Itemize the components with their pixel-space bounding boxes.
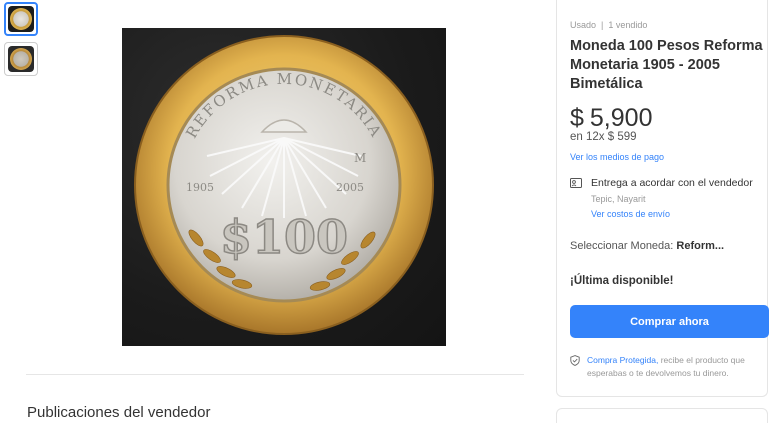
shipping-cost-link[interactable]: Ver costos de envío (591, 209, 670, 219)
price: $5,900 (570, 104, 652, 133)
thumbnail-1[interactable] (4, 2, 38, 36)
id-card-icon (570, 178, 582, 188)
coin-image: REFORMA MONETARIA M 1905 2005 $100 (134, 35, 434, 335)
shipping-location: Tepic, Nayarit (591, 194, 646, 204)
variant-selector-value: Reform... (676, 240, 725, 252)
price-currency: $ (570, 104, 584, 132)
price-value: 5,900 (589, 104, 653, 132)
coin-year-left: 1905 (186, 181, 214, 194)
product-title: Moneda 100 Pesos Reforma Monetaria 1905 … (570, 38, 763, 92)
coin-year-right: 2005 (336, 181, 364, 194)
secondary-panel (556, 408, 768, 423)
variant-selector-label: Seleccionar Moneda: (570, 240, 677, 252)
seller-publications-heading: Publicaciones del vendedor (27, 404, 211, 421)
installments-text: en 12x $ 599 (570, 131, 637, 143)
main-product-image[interactable]: REFORMA MONETARIA M 1905 2005 $100 (122, 28, 446, 346)
thumbnail-image (8, 46, 34, 72)
thumbnail-list (4, 2, 40, 82)
payment-methods-link[interactable]: Ver los medios de pago (570, 152, 664, 162)
protected-purchase-link[interactable]: Compra Protegida, (587, 355, 658, 365)
buy-now-button[interactable]: Comprar ahora (570, 305, 769, 338)
section-divider (26, 374, 524, 375)
variant-selector[interactable]: Seleccionar Moneda: Reform... (570, 240, 724, 252)
protection-text: Compra Protegida, recibe el producto que… (587, 354, 768, 380)
condition-label: Usado | 1 vendido (570, 20, 648, 30)
thumbnail-image (8, 6, 34, 32)
shipping-title: Entrega a acordar con el vendedor (591, 177, 753, 189)
thumbnail-2[interactable] (4, 42, 38, 76)
purchase-panel: Usado | 1 vendido Moneda 100 Pesos Refor… (556, 0, 769, 397)
coin-mint-mark: M (354, 151, 366, 165)
stock-status: ¡Última disponible! (570, 275, 674, 287)
shield-check-icon (570, 355, 580, 366)
coin-denomination: $100 (220, 210, 348, 264)
